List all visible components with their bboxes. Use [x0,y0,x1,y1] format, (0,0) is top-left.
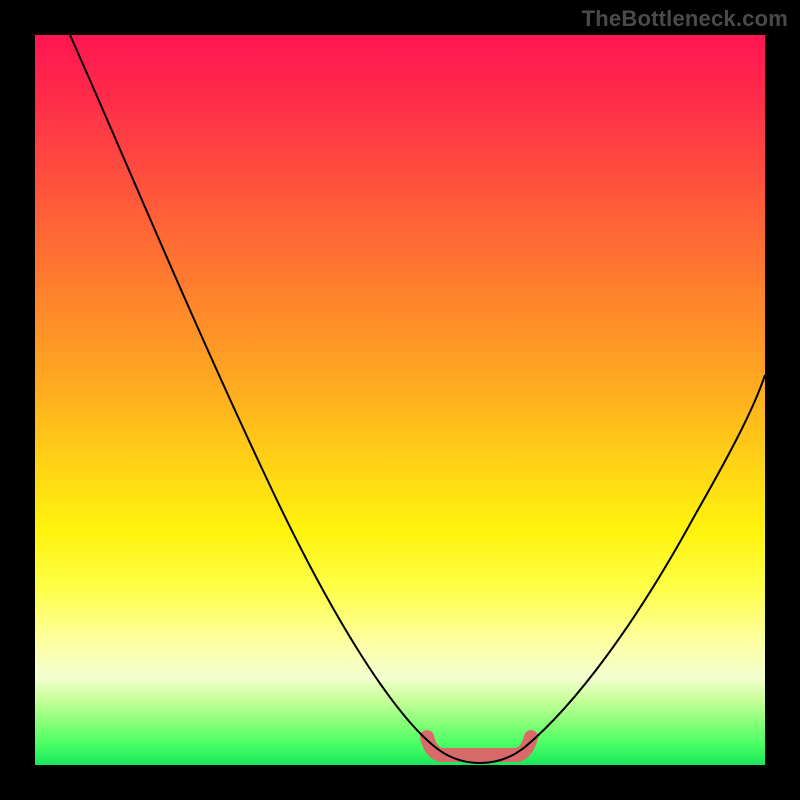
plot-area [35,35,765,765]
bottleneck-curve [35,35,765,765]
watermark-text: TheBottleneck.com [582,6,788,32]
chart-frame: TheBottleneck.com [0,0,800,800]
